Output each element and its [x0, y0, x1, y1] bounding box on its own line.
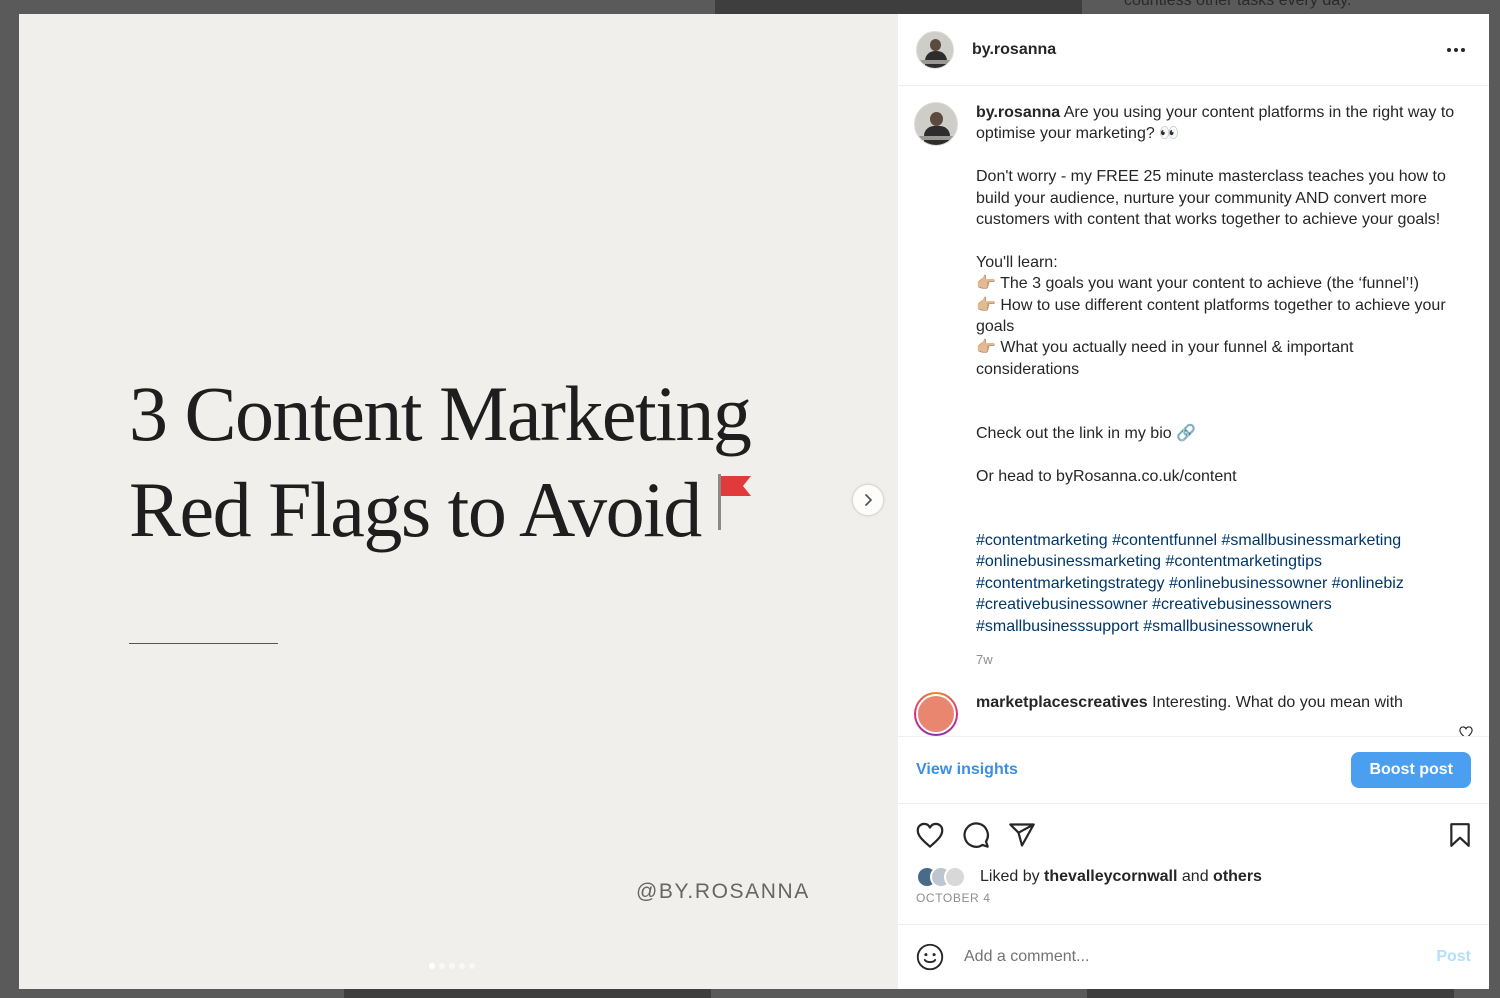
background-tile-top — [715, 0, 1082, 14]
caption-username[interactable]: by.rosanna — [976, 104, 1060, 121]
slide-divider — [129, 643, 278, 644]
caption-time: 7w — [976, 652, 993, 668]
caption-paragraph: Don't worry - my FREE 25 minute mastercl… — [976, 168, 1446, 229]
background-tile-bottom-right — [1087, 989, 1454, 998]
boost-post-button[interactable]: Boost post — [1351, 752, 1471, 788]
caption-bullet-1: 👉🏼 The 3 goals you want your content to … — [976, 275, 1419, 293]
background-tile-bottom-left — [344, 989, 711, 998]
slide-title-line-2: Red Flags to Avoid — [129, 466, 702, 553]
caption-link-line: Check out the link in my bio 🔗 — [976, 425, 1197, 443]
carousel-dot — [469, 963, 475, 969]
caption-site-line: Or head to byRosanna.co.uk/content — [976, 467, 1237, 485]
post-comment-button[interactable]: Post — [1436, 948, 1471, 966]
comment-text: marketplacescreatives Interesting. What … — [976, 692, 1446, 736]
post-date: OCTOBER 4 — [916, 891, 991, 905]
likes-summary: Liked by thevalleycornwall and others — [898, 866, 1489, 888]
post-actions — [898, 804, 1489, 866]
carousel-dot-active — [429, 963, 435, 969]
liker-avatar — [944, 866, 966, 888]
liker-avatars — [916, 866, 976, 888]
caption-avatar[interactable] — [914, 102, 958, 146]
comment-item: marketplacescreatives Interesting. What … — [914, 692, 1473, 736]
caption-learn-heading: You'll learn: — [976, 253, 1058, 271]
slide-title-line-1: 3 Content Marketing — [129, 370, 752, 457]
next-slide-button[interactable] — [853, 485, 883, 515]
likes-text[interactable]: Liked by thevalleycornwall and others — [980, 868, 1262, 886]
carousel-dot — [449, 963, 455, 969]
comment-username[interactable]: marketplacescreatives — [976, 694, 1148, 711]
caption-text: by.rosanna Are you using your content pl… — [976, 102, 1456, 670]
post-side-panel: by.rosanna by.rosanna Are you using your… — [897, 14, 1489, 989]
avatar[interactable] — [916, 30, 954, 69]
post-header: by.rosanna — [898, 14, 1489, 86]
red-flag-icon — [715, 458, 755, 554]
carousel-dot — [439, 963, 445, 969]
caption-hashtags[interactable]: #contentmarketing #contentfunnel #smallb… — [976, 530, 1456, 637]
caption-bullet-3: 👉🏼 What you actually need in your funnel… — [976, 339, 1354, 378]
share-icon[interactable] — [1008, 822, 1036, 848]
post-modal: 3 Content Marketing Red Flags to Avoid @… — [19, 14, 1489, 989]
like-icon[interactable] — [916, 822, 944, 848]
chevron-right-icon — [865, 494, 872, 506]
save-icon[interactable] — [1449, 822, 1471, 848]
more-options-icon[interactable] — [1441, 42, 1471, 58]
comment-icon[interactable] — [962, 821, 990, 849]
slide-watermark: @BY.ROSANNA — [636, 880, 810, 903]
emoji-icon[interactable] — [916, 943, 944, 971]
comment-body: Interesting. What do you mean with — [1152, 694, 1403, 712]
comment-avatar[interactable] — [914, 692, 958, 736]
view-insights-link[interactable]: View insights — [916, 761, 1018, 779]
background-text-top: countless other tasks every day. — [1124, 0, 1352, 9]
post-caption: by.rosanna Are you using your content pl… — [914, 102, 1473, 670]
slide-title-line-2-wrap: Red Flags to Avoid — [129, 462, 755, 566]
post-media[interactable]: 3 Content Marketing Red Flags to Avoid @… — [19, 14, 897, 989]
insights-bar: View insights Boost post — [898, 736, 1489, 804]
carousel-dot — [459, 963, 465, 969]
header-username[interactable]: by.rosanna — [972, 41, 1056, 59]
add-comment-bar: Post — [898, 924, 1489, 989]
comment-input[interactable] — [962, 947, 1437, 967]
comment-like-icon[interactable] — [1459, 726, 1473, 736]
comments-area[interactable]: by.rosanna Are you using your content pl… — [898, 86, 1489, 736]
slide-title: 3 Content Marketing Red Flags to Avoid — [129, 366, 755, 566]
caption-bullet-2: 👉🏼 How to use different content platform… — [976, 296, 1446, 336]
carousel-dots — [429, 963, 475, 969]
